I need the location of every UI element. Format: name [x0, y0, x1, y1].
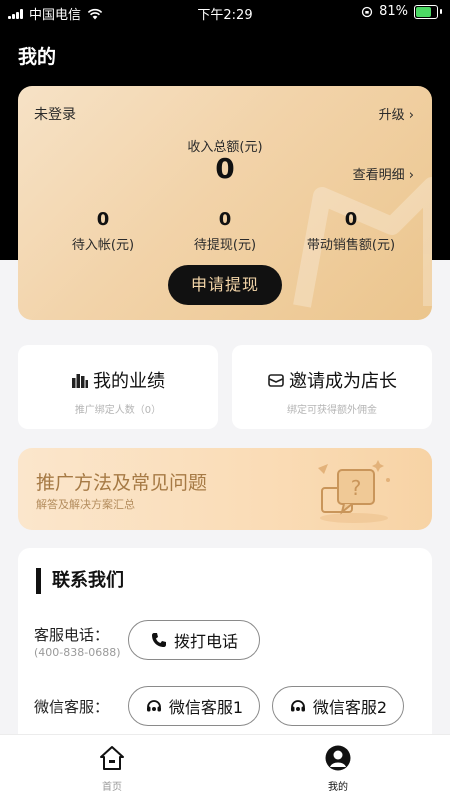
page-title: 我的 [18, 46, 57, 68]
home-icon [100, 746, 124, 770]
earnings-card: 未登录 升级 › 收入总额(元) 0 查看明细 › 0 待入帐(元) 0 待提现… [18, 86, 432, 320]
view-detail-link[interactable]: 查看明细 › [353, 164, 414, 183]
call-button-label: 拨打电话 [173, 632, 238, 651]
tab-mine[interactable]: 我的 [278, 745, 398, 793]
phone-label: 客服电话： [34, 626, 110, 644]
question-chat-icon: ? [318, 460, 390, 523]
phone-number: (400-838-0688) [34, 646, 121, 659]
wechat-service-2-button[interactable]: 微信客服2 [272, 686, 404, 726]
battery-tip [440, 9, 442, 14]
invite-manager-card[interactable]: 邀请成为店长 绑定可获得额外佣金 [232, 345, 432, 429]
user-icon [325, 745, 351, 771]
contact-heading: 联系我们 [52, 570, 124, 591]
faq-banner[interactable]: 推广方法及常见问题 解答及解决方案汇总 ? [18, 448, 432, 530]
stat-pending-withdraw: 0 待提现(元) [156, 209, 294, 254]
login-status: 未登录 [34, 107, 76, 123]
tab-label: 我的 [328, 782, 348, 793]
wechat-service-label: 微信客服2 [312, 698, 388, 717]
stat-label: 待入帐(元) [71, 238, 135, 253]
chevron-right-icon: › [408, 168, 414, 183]
tab-bar: 首页 我的 [0, 734, 450, 801]
my-performance-card[interactable]: 我的业绩 推广绑定人数（0） [18, 345, 218, 429]
section-accent-bar [36, 568, 41, 594]
tab-home[interactable]: 首页 [52, 745, 172, 793]
stat-pending-credit: 0 待入帐(元) [34, 209, 172, 254]
wechat-label: 微信客服： [34, 698, 110, 716]
stat-value: 0 [96, 209, 110, 230]
rotation-lock-icon [361, 6, 373, 17]
withdraw-button[interactable]: 申请提现 [168, 265, 282, 305]
feature-title: 我的业绩 [93, 371, 165, 392]
feature-subtitle: 绑定可获得额外佣金 [287, 405, 377, 416]
faq-subtitle: 解答及解决方案汇总 [36, 498, 135, 511]
stat-value: 0 [344, 209, 358, 230]
envelope-icon [268, 374, 284, 387]
headset-icon [146, 700, 161, 712]
wechat-service-1-button[interactable]: 微信客服1 [128, 686, 260, 726]
stat-value: 0 [218, 209, 232, 230]
battery-percent: 81% [379, 4, 408, 19]
upgrade-label: 升级 [378, 108, 405, 123]
tab-label: 首页 [102, 782, 122, 793]
bar-chart-icon [72, 374, 88, 388]
upgrade-link[interactable]: 升级 › [379, 104, 414, 123]
view-detail-label: 查看明细 [352, 168, 405, 183]
faq-title: 推广方法及常见问题 [36, 472, 208, 494]
stat-label: 带动销售额(元) [306, 238, 396, 253]
headset-icon [290, 700, 305, 712]
phone-icon [151, 633, 166, 647]
battery-level [416, 6, 431, 17]
svg-text:?: ? [351, 476, 362, 500]
feature-subtitle: 推广绑定人数（0） [74, 405, 162, 416]
chevron-right-icon: › [408, 108, 414, 123]
status-bar: 中国电信 下午2:29 81% [0, 0, 450, 24]
call-button[interactable]: 拨打电话 [128, 620, 260, 660]
wechat-service-label: 微信客服1 [168, 698, 244, 717]
stat-sales-driven: 0 带动销售额(元) [282, 209, 420, 254]
contact-section: 联系我们 客服电话： (400-838-0688) 拨打电话 微信客服： 微信客… [18, 548, 432, 748]
battery-icon [414, 4, 438, 19]
stat-label: 待提现(元) [193, 238, 257, 253]
feature-title: 邀请成为店长 [289, 371, 397, 392]
